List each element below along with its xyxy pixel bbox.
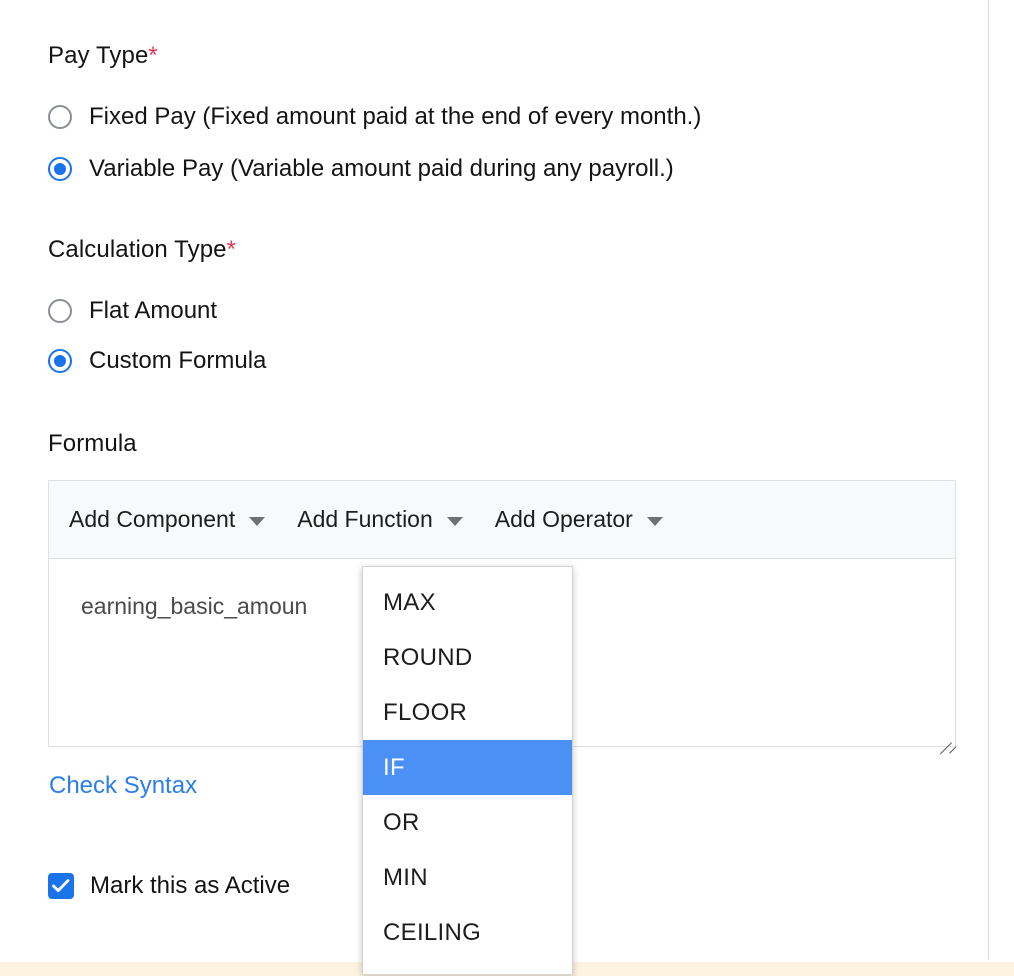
radio-variable-pay-label: Variable Pay (Variable amount paid durin…	[89, 155, 674, 183]
radio-option-custom-formula[interactable]: Custom Formula	[48, 347, 266, 375]
pay-type-label: Pay Type*	[48, 42, 158, 70]
radio-fixed-pay-title: Fixed Pay	[89, 103, 196, 130]
radio-variable-pay-title: Variable Pay	[89, 155, 224, 182]
radio-custom-formula-label: Custom Formula	[89, 347, 267, 374]
add-operator-label: Add Operator	[494, 506, 633, 532]
formula-toolbar: Add Component Add Function Add Operator	[49, 481, 955, 559]
mark-as-active-row[interactable]: Mark this as Active	[48, 872, 290, 900]
pay-type-required-asterisk: *	[148, 42, 158, 69]
calculation-type-label: Calculation Type*	[48, 236, 236, 264]
function-menu-item-min[interactable]: MIN	[363, 850, 572, 905]
add-function-label: Add Function	[297, 506, 433, 532]
radio-flat-amount-label: Flat Amount	[89, 297, 218, 324]
radio-custom-formula-indicator[interactable]	[48, 349, 72, 373]
check-icon	[52, 879, 70, 892]
chevron-down-icon	[446, 516, 463, 526]
radio-variable-pay-indicator[interactable]	[48, 157, 72, 181]
radio-fixed-pay-hint: (Fixed amount paid at the end of every m…	[202, 103, 702, 130]
function-menu-item-max[interactable]: MAX	[363, 575, 572, 630]
radio-flat-amount-indicator[interactable]	[48, 299, 72, 323]
chevron-down-icon	[249, 516, 266, 526]
radio-option-variable-pay[interactable]: Variable Pay (Variable amount paid durin…	[48, 155, 674, 183]
calculation-type-label-text: Calculation Type	[48, 236, 227, 263]
add-function-dropdown-menu: MAX ROUND FLOOR IF OR MIN CEILING	[362, 566, 573, 975]
add-function-dropdown-button[interactable]: Add Function	[297, 506, 463, 533]
function-menu-item-or[interactable]: OR	[363, 795, 572, 850]
function-menu-item-floor[interactable]: FLOOR	[363, 685, 572, 740]
pay-type-label-text: Pay Type	[48, 42, 149, 69]
function-menu-item-if[interactable]: IF	[363, 740, 572, 795]
radio-option-flat-amount[interactable]: Flat Amount	[48, 297, 217, 325]
add-component-dropdown-button[interactable]: Add Component	[69, 506, 266, 533]
formula-textarea-value: earning_basic_amoun	[81, 593, 308, 619]
radio-fixed-pay-indicator[interactable]	[48, 105, 72, 129]
check-syntax-link[interactable]: Check Syntax	[49, 772, 197, 800]
mark-as-active-label: Mark this as Active	[90, 872, 291, 899]
radio-option-fixed-pay[interactable]: Fixed Pay (Fixed amount paid at the end …	[48, 103, 701, 131]
chevron-down-icon	[646, 516, 663, 526]
mark-as-active-checkbox[interactable]	[48, 873, 74, 899]
function-menu-item-round[interactable]: ROUND	[363, 630, 572, 685]
function-menu-item-ceiling[interactable]: CEILING	[363, 905, 572, 960]
add-operator-dropdown-button[interactable]: Add Operator	[495, 506, 663, 533]
add-component-label: Add Component	[69, 506, 236, 532]
page-divider	[988, 0, 989, 960]
formula-label: Formula	[48, 430, 137, 457]
radio-fixed-pay-label: Fixed Pay (Fixed amount paid at the end …	[89, 103, 701, 131]
resize-handle-icon[interactable]	[934, 725, 957, 755]
radio-variable-pay-hint: (Variable amount paid during any payroll…	[229, 155, 674, 182]
calculation-type-required-asterisk: *	[226, 236, 237, 263]
